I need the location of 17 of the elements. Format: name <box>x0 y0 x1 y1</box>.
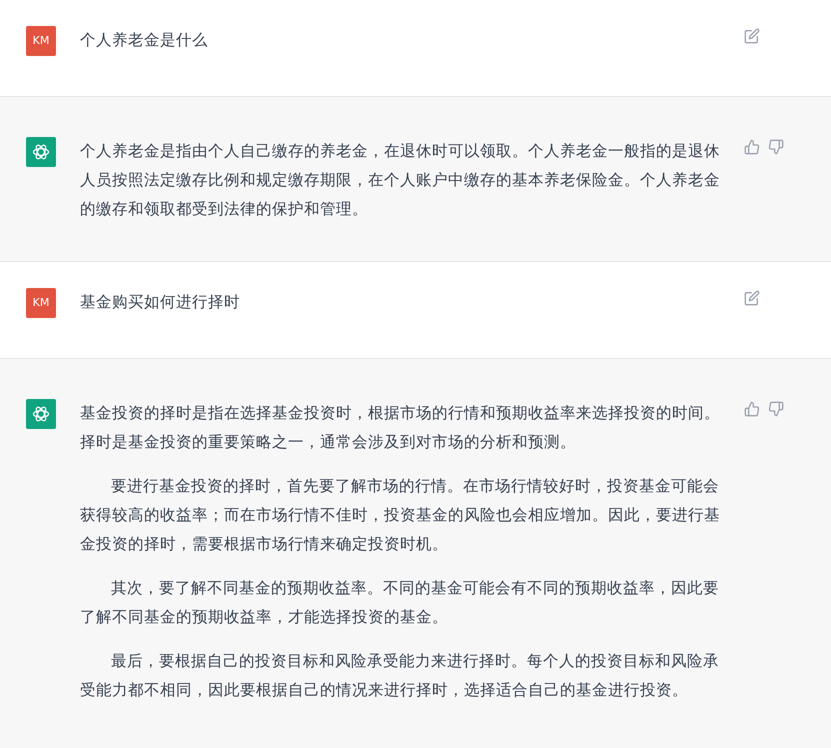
assistant-paragraph: 其次，要了解不同基金的预期收益率。不同的基金可能会有不同的预期收益率，因此要了解不同基金的预期收益率，才能选择投资的基金。 <box>80 578 720 628</box>
thumbs-up-icon[interactable] <box>744 401 760 417</box>
chatbot-logo-icon <box>31 404 51 424</box>
edit-icon[interactable] <box>744 290 760 306</box>
user-message: 基金购买如何进行择时 <box>80 292 241 313</box>
user-avatar: KM <box>26 26 56 56</box>
assistant-paragraph: 基金投资的择时是指在选择基金投资时，根据市场的行情和预期收益率来选择投资的时间。择时是基金投资的重要策略之一，通常会涉及到对市场的分析和预测。 <box>80 403 721 453</box>
assistant-paragraph: 最后，要根据自己的投资目标和风险承受能力来进行择时。每个人的投资目标和风险承受能力都不相同，因此要根据自己的情况来进行择时，选择适合自己的基金进行投资。 <box>80 651 720 701</box>
edit-icon[interactable] <box>744 28 760 44</box>
chatbot-logo-icon <box>31 142 51 162</box>
assistant-paragraph: 要进行基金投资的择时，首先要了解市场的行情。在市场行情较好时，投资基金可能会获得较高的收益率；而在市场行情不佳时，投资基金的风险也会相应增加。因此，要进行基金投资的择时，需要根据市场行情来确定投资时机。 <box>80 476 721 555</box>
thumbs-up-icon[interactable] <box>744 139 760 155</box>
user-avatar: KM <box>26 288 56 318</box>
user-message: 个人养老金是什么 <box>80 30 209 51</box>
assistant-paragraph: 个人养老金是指由个人自己缴存的养老金，在退休时可以领取。个人养老金一般指的是退休人员按照法定缴存比例和规定缴存期限，在个人账户中缴存的基本养老保险金。个人养老金的缴存和领取都受到法律的保护和管理。 <box>80 141 721 220</box>
thumbs-down-icon[interactable] <box>768 139 784 155</box>
thumbs-down-icon[interactable] <box>768 401 784 417</box>
